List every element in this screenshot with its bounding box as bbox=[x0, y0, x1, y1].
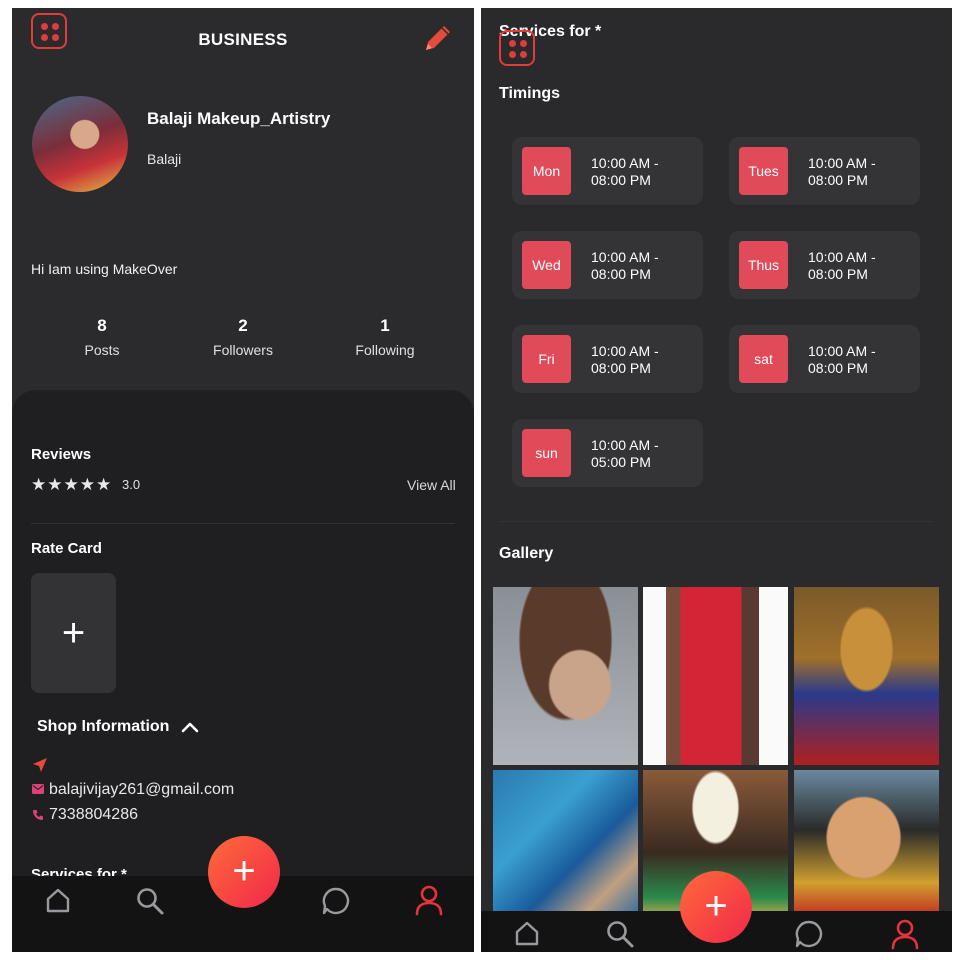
day-badge: Tues bbox=[739, 147, 788, 195]
add-post-button[interactable]: + bbox=[680, 871, 752, 943]
profile-bio: Hi Iam using MakeOver bbox=[31, 261, 178, 277]
star-rating: ★ ★ ★ ★ ★ bbox=[31, 476, 111, 493]
divider bbox=[499, 521, 933, 522]
reviews-heading: Reviews bbox=[31, 446, 92, 463]
profile-icon[interactable] bbox=[890, 918, 920, 950]
rate-card-heading: Rate Card bbox=[31, 540, 102, 557]
day-badge: Thus bbox=[739, 241, 788, 289]
timing-card-sun: sun 10:00 AM -05:00 PM bbox=[512, 419, 703, 487]
gallery-image[interactable] bbox=[643, 587, 788, 765]
location-arrow-icon[interactable] bbox=[32, 757, 48, 773]
business-profile-screen: BUSINESS Balaji Makeup_Artistry Balaji H… bbox=[12, 8, 474, 952]
profile-icon[interactable] bbox=[414, 884, 444, 916]
day-badge: sat bbox=[739, 335, 788, 383]
day-badge: Mon bbox=[522, 147, 571, 195]
timing-hours: 10:00 AM -08:00 PM bbox=[591, 249, 659, 282]
shop-information-heading: Shop Information bbox=[37, 718, 170, 735]
search-icon[interactable] bbox=[605, 919, 635, 949]
star-icon: ★ bbox=[79, 475, 95, 494]
profile-name: Balaji Makeup_Artistry bbox=[147, 109, 331, 128]
gallery-image[interactable] bbox=[794, 770, 939, 920]
day-badge: Wed bbox=[522, 241, 571, 289]
timing-hours: 10:00 AM -08:00 PM bbox=[808, 343, 876, 376]
star-icon: ★ bbox=[47, 475, 63, 494]
email-icon bbox=[32, 784, 44, 794]
phone-icon bbox=[33, 810, 43, 820]
timing-hours: 10:00 AM -05:00 PM bbox=[591, 437, 659, 470]
timing-card-wed: Wed 10:00 AM -08:00 PM bbox=[512, 231, 703, 299]
timing-hours: 10:00 AM -08:00 PM bbox=[591, 155, 659, 188]
plus-icon: + bbox=[61, 611, 86, 655]
avatar[interactable] bbox=[32, 96, 128, 192]
timing-hours: 10:00 AM -08:00 PM bbox=[808, 155, 876, 188]
day-badge: Fri bbox=[522, 335, 571, 383]
gallery-image[interactable] bbox=[794, 587, 939, 765]
timing-card-mon: Mon 10:00 AM -08:00 PM bbox=[512, 137, 703, 205]
chevron-up-icon bbox=[182, 722, 199, 733]
stat-posts[interactable]: 8 Posts bbox=[37, 316, 167, 358]
star-icon: ★ bbox=[63, 475, 79, 494]
search-icon[interactable] bbox=[135, 886, 165, 916]
view-all-reviews-link[interactable]: View All bbox=[407, 477, 456, 493]
pencil-icon[interactable] bbox=[420, 22, 454, 56]
timing-card-thu: Thus 10:00 AM -08:00 PM bbox=[729, 231, 920, 299]
business-details-screen: Services for * Timings Mon 10:00 AM -08:… bbox=[481, 8, 952, 952]
chat-icon[interactable] bbox=[794, 919, 824, 949]
timing-card-tues: Tues 10:00 AM -08:00 PM bbox=[729, 137, 920, 205]
timings-heading: Timings bbox=[499, 85, 561, 102]
profile-username: Balaji bbox=[147, 151, 182, 167]
stat-following[interactable]: 1 Following bbox=[320, 316, 450, 358]
add-post-button[interactable]: + bbox=[208, 836, 280, 908]
stat-followers[interactable]: 2 Followers bbox=[178, 316, 308, 358]
shop-information-toggle[interactable]: Shop Information bbox=[37, 718, 199, 736]
rating-value: 3.0 bbox=[122, 477, 141, 492]
chat-icon[interactable] bbox=[321, 886, 351, 916]
timing-card-fri: Fri 10:00 AM -08:00 PM bbox=[512, 325, 703, 393]
timing-hours: 10:00 AM -08:00 PM bbox=[808, 249, 876, 282]
divider bbox=[31, 523, 455, 524]
timing-hours: 10:00 AM -08:00 PM bbox=[591, 343, 659, 376]
grid-menu-icon[interactable] bbox=[499, 30, 535, 66]
gallery-image[interactable] bbox=[493, 587, 638, 765]
gallery-image[interactable] bbox=[493, 770, 638, 920]
gallery-heading: Gallery bbox=[499, 545, 554, 562]
day-badge: sun bbox=[522, 429, 571, 477]
home-icon[interactable] bbox=[513, 919, 541, 947]
email-text[interactable]: balajivijay261@gmail.com bbox=[49, 781, 234, 799]
home-icon[interactable] bbox=[44, 886, 72, 914]
timing-card-sat: sat 10:00 AM -08:00 PM bbox=[729, 325, 920, 393]
star-icon: ★ bbox=[31, 475, 47, 494]
add-rate-card-button[interactable]: + bbox=[31, 573, 116, 693]
page-title: BUSINESS bbox=[198, 30, 288, 49]
star-icon: ★ bbox=[96, 475, 112, 494]
phone-text[interactable]: 7338804286 bbox=[49, 806, 138, 824]
